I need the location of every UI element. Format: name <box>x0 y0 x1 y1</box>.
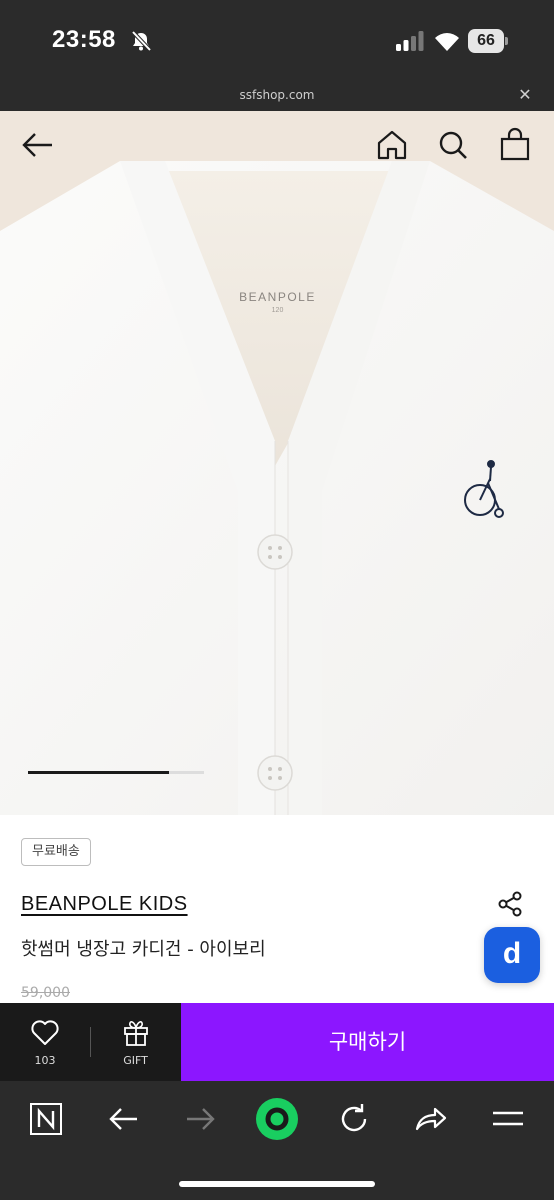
collar-tag-size: 120 <box>271 307 284 314</box>
green-dot-icon[interactable] <box>255 1097 299 1141</box>
image-navigation <box>0 111 554 181</box>
home-icon[interactable] <box>372 125 412 165</box>
free-shipping-badge: 무료배송 <box>21 838 91 866</box>
url-domain[interactable]: ssfshop.com <box>0 88 554 102</box>
menu-icon[interactable] <box>488 1099 528 1139</box>
gift-label: GIFT <box>123 1054 148 1067</box>
floating-d-button[interactable]: d <box>484 927 540 983</box>
gift-icon <box>124 1021 148 1046</box>
share-icon[interactable] <box>411 1099 451 1139</box>
button-top <box>257 534 293 570</box>
like-button[interactable]: 103 <box>0 1003 90 1081</box>
like-count: 103 <box>34 1054 56 1067</box>
close-icon[interactable]: ✕ <box>514 84 536 106</box>
product-title: 핫썸머 냉장고 카디건 - 아이보리 <box>21 939 266 960</box>
brand-link[interactable]: BEANPOLE KIDS <box>21 893 188 916</box>
floating-d-label: d <box>502 937 522 970</box>
search-icon[interactable] <box>433 125 473 165</box>
heart-icon <box>31 1020 59 1045</box>
shopping-bag-icon[interactable] <box>495 125 535 165</box>
forward-arrow-icon[interactable] <box>180 1099 220 1139</box>
purchase-bar: 103 GIFT 구매하기 <box>0 1003 554 1081</box>
gift-button[interactable]: GIFT <box>91 1003 180 1081</box>
naver-icon[interactable] <box>26 1099 66 1139</box>
browser-toolbar <box>0 1081 554 1200</box>
original-price: 59,000 <box>21 985 70 1001</box>
share-icon[interactable] <box>496 890 524 918</box>
top-chrome: 23:58 66 ssfshop.com ✕ <box>0 0 554 111</box>
arrow-left-icon[interactable] <box>18 125 58 165</box>
back-arrow-icon[interactable] <box>104 1099 144 1139</box>
carousel-progress-fill <box>28 771 169 774</box>
carousel-progress <box>28 771 204 774</box>
battery-level: 66 <box>477 32 495 49</box>
wifi-icon <box>435 33 459 51</box>
signal-icon <box>396 31 424 51</box>
home-indicator <box>179 1181 375 1187</box>
product-image[interactable]: BEANPOLE 120 <box>0 111 554 815</box>
reload-icon[interactable] <box>334 1099 374 1139</box>
button-bottom <box>257 755 293 791</box>
collar-tag-brand: BEANPOLE <box>239 290 316 304</box>
buy-button-label: 구매하기 <box>328 1030 407 1054</box>
cardigan-photo <box>0 111 554 815</box>
product-info: 무료배송 BEANPOLE KIDS 핫썸머 냉장고 카디건 - 아이보리 59… <box>0 815 554 1003</box>
buy-button[interactable]: 구매하기 <box>181 1003 554 1081</box>
battery-indicator: 66 <box>468 29 508 53</box>
bell-off-icon <box>131 30 152 52</box>
status-time: 23:58 <box>52 26 116 53</box>
